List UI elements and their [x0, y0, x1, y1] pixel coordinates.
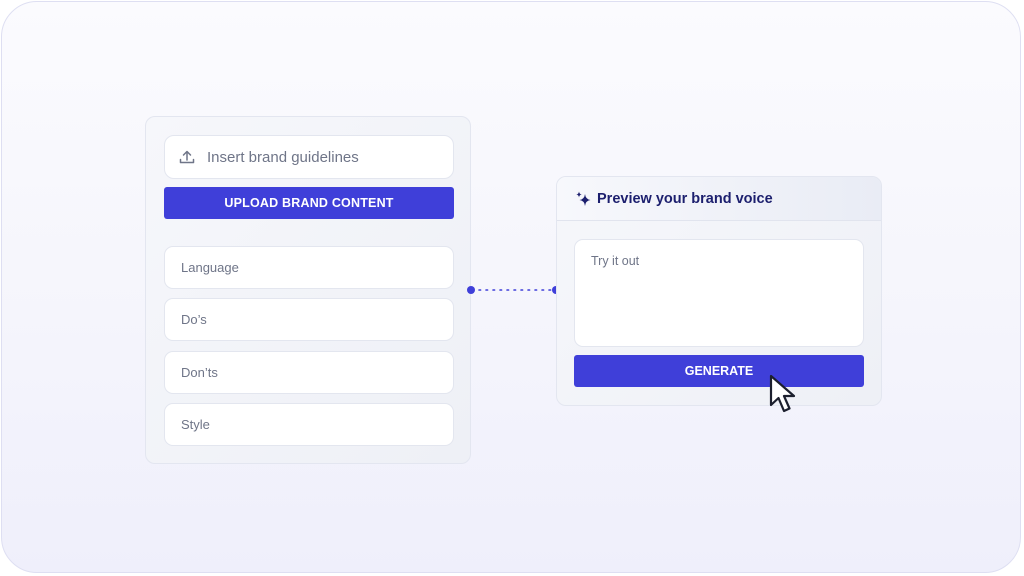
brand-guidelines-panel: Insert brand guidelines UPLOAD BRAND CON…: [145, 116, 471, 464]
sparkle-icon: [575, 191, 591, 207]
generate-button[interactable]: GENERATE: [574, 355, 864, 387]
preview-title: Preview your brand voice: [597, 190, 773, 207]
insert-guidelines-label: Insert brand guidelines: [207, 148, 359, 166]
app-frame: Insert brand guidelines UPLOAD BRAND CON…: [1, 1, 1021, 573]
upload-icon: [179, 149, 195, 165]
insert-guidelines-input[interactable]: Insert brand guidelines: [164, 135, 454, 179]
language-field[interactable]: Language: [164, 246, 454, 289]
mouse-pointer-icon: [769, 374, 796, 413]
try-it-out-input[interactable]: [574, 239, 864, 347]
donts-field[interactable]: Don’ts: [164, 351, 454, 394]
dotted-connector: [467, 286, 560, 294]
preview-header: Preview your brand voice: [557, 177, 881, 221]
preview-panel: Preview your brand voice GENERATE: [556, 176, 882, 406]
style-field[interactable]: Style: [164, 403, 454, 446]
upload-brand-content-button[interactable]: UPLOAD BRAND CONTENT: [164, 187, 454, 219]
dos-field[interactable]: Do’s: [164, 298, 454, 341]
